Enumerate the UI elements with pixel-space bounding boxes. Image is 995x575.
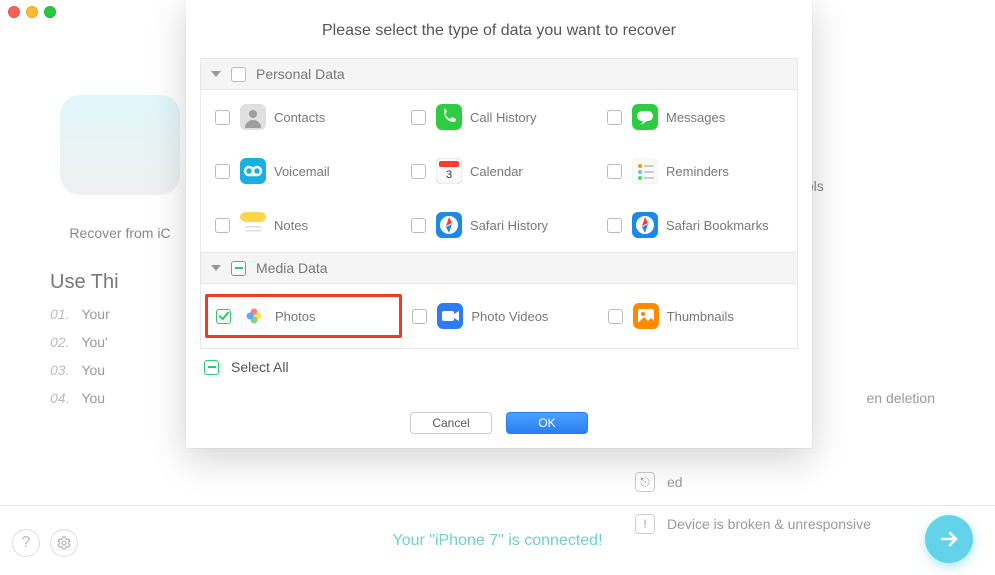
thumbnails-icon — [633, 303, 659, 329]
help-button[interactable]: ? — [12, 529, 40, 557]
category-checkbox[interactable] — [231, 261, 246, 276]
voicemail-label: Voicemail — [274, 164, 330, 179]
modal-title: Please select the type of data you want … — [186, 22, 812, 40]
data-type-thumbnails[interactable]: Thumbnails — [598, 294, 793, 338]
safaribookmarks-label: Safari Bookmarks — [666, 218, 769, 233]
photos-label: Photos — [275, 309, 315, 324]
data-type-photovideos[interactable]: Photo Videos — [402, 294, 597, 338]
next-button[interactable] — [925, 515, 973, 563]
data-type-notes[interactable]: Notes — [205, 208, 401, 242]
category-header-media-data[interactable]: Media Data — [201, 252, 797, 284]
thumbnails-checkbox[interactable] — [608, 309, 623, 324]
contacts-icon — [240, 104, 266, 130]
calendar-checkbox[interactable] — [411, 164, 426, 179]
select-all-label: Select All — [231, 359, 289, 375]
voicemail-checkbox[interactable] — [215, 164, 230, 179]
safaribookmarks-icon — [632, 212, 658, 238]
safarihistory-label: Safari History — [470, 218, 548, 233]
window-maximize-button[interactable] — [44, 6, 56, 18]
reminders-label: Reminders — [666, 164, 729, 179]
messages-label: Messages — [666, 110, 725, 125]
safarihistory-icon — [436, 212, 462, 238]
calendar-label: Calendar — [470, 164, 523, 179]
reminders-icon — [632, 158, 658, 184]
photovideos-icon — [437, 303, 463, 329]
calendar-icon: 3 — [436, 158, 462, 184]
messages-checkbox[interactable] — [607, 110, 622, 125]
category-header-personal-data[interactable]: Personal Data — [201, 59, 797, 90]
window-close-button[interactable] — [8, 6, 20, 18]
notes-icon — [240, 212, 266, 238]
callhistory-label: Call History — [470, 110, 536, 125]
category-label: Media Data — [256, 260, 328, 276]
category-checkbox[interactable] — [231, 67, 246, 82]
notes-label: Notes — [274, 218, 308, 233]
collapse-icon — [211, 265, 221, 271]
callhistory-checkbox[interactable] — [411, 110, 426, 125]
connection-status: Your "iPhone 7" is connected! — [392, 532, 602, 550]
settings-button[interactable] — [50, 529, 78, 557]
photovideos-label: Photo Videos — [471, 309, 548, 324]
data-type-calendar[interactable]: 3 Calendar — [401, 154, 597, 188]
data-type-contacts[interactable]: Contacts — [205, 100, 401, 134]
photos-checkbox[interactable] — [216, 309, 231, 324]
data-type-callhistory[interactable]: Call History — [401, 100, 597, 134]
voicemail-icon — [240, 158, 266, 184]
select-data-type-modal: Please select the type of data you want … — [186, 0, 812, 448]
safarihistory-checkbox[interactable] — [411, 218, 426, 233]
status-locked-icon: ⎋ — [635, 472, 655, 492]
category-label: Personal Data — [256, 66, 345, 82]
data-type-photos[interactable]: Photos — [205, 294, 402, 338]
photovideos-checkbox[interactable] — [412, 309, 427, 324]
ok-button[interactable]: OK — [506, 412, 588, 434]
data-type-safaribookmarks[interactable]: Safari Bookmarks — [597, 208, 793, 242]
reminders-checkbox[interactable] — [607, 164, 622, 179]
contacts-checkbox[interactable] — [215, 110, 230, 125]
cancel-button[interactable]: Cancel — [410, 412, 492, 434]
data-type-safarihistory[interactable]: Safari History — [401, 208, 597, 242]
svg-text:3: 3 — [446, 169, 452, 181]
data-type-reminders[interactable]: Reminders — [597, 154, 793, 188]
safaribookmarks-checkbox[interactable] — [607, 218, 622, 233]
messages-icon — [632, 104, 658, 130]
recover-icloud-label: Recover from iC — [50, 225, 190, 241]
recover-icloud-card — [60, 95, 180, 195]
callhistory-icon — [436, 104, 462, 130]
collapse-icon — [211, 71, 221, 77]
contacts-label: Contacts — [274, 110, 325, 125]
notes-checkbox[interactable] — [215, 218, 230, 233]
window-minimize-button[interactable] — [26, 6, 38, 18]
select-all-row[interactable]: Select All — [204, 359, 289, 375]
data-type-messages[interactable]: Messages — [597, 100, 793, 134]
thumbnails-label: Thumbnails — [667, 309, 734, 324]
bottom-bar: ? Your "iPhone 7" is connected! — [0, 505, 995, 575]
photos-icon — [241, 303, 267, 329]
select-all-checkbox[interactable] — [204, 360, 219, 375]
data-type-voicemail[interactable]: Voicemail — [205, 154, 401, 188]
